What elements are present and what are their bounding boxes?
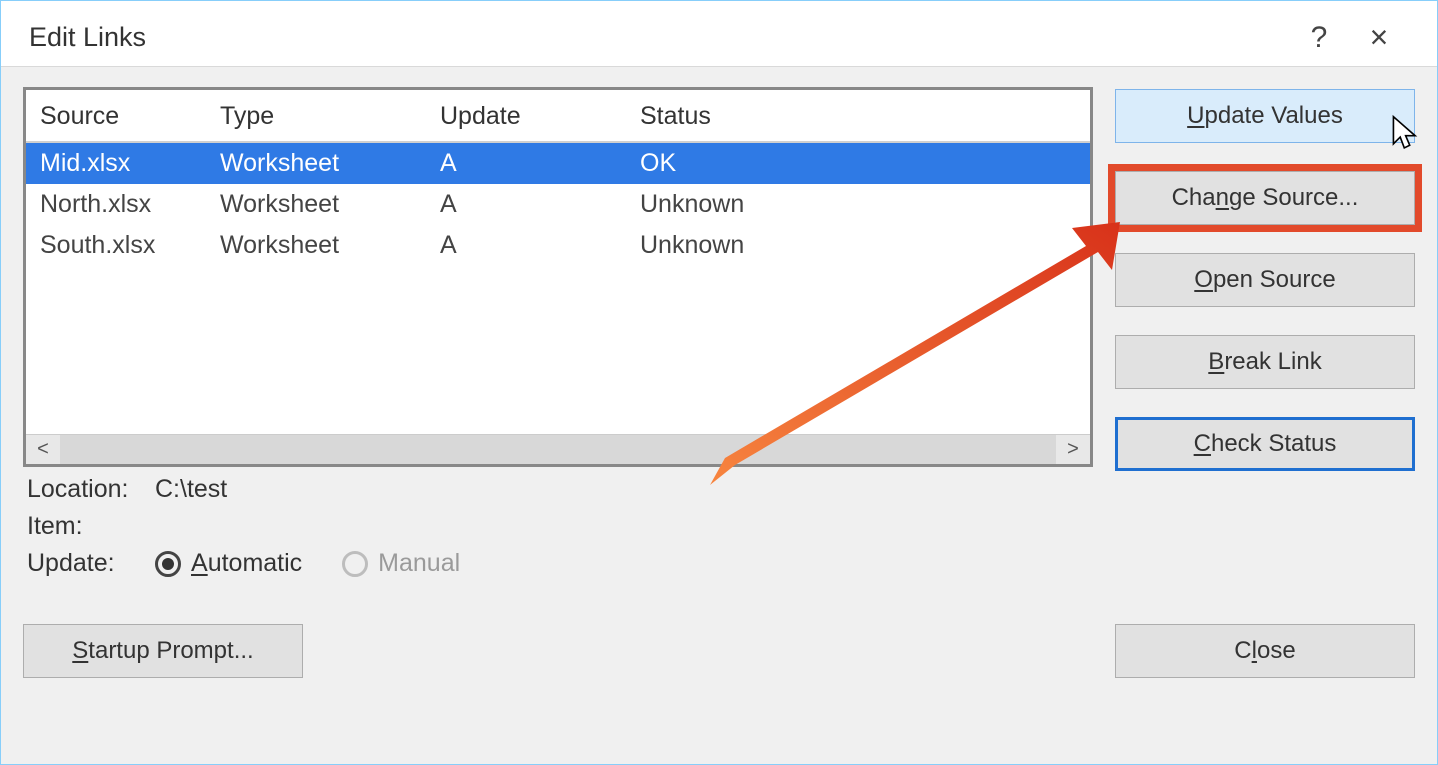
horizontal-scrollbar[interactable]: < > bbox=[26, 434, 1090, 464]
item-label: Item: bbox=[27, 512, 137, 541]
cell-status: OK bbox=[640, 149, 1076, 178]
update-values-button[interactable]: Update Values bbox=[1115, 89, 1415, 143]
cell-source: South.xlsx bbox=[40, 231, 220, 260]
list-row[interactable]: South.xlsxWorksheetAUnknown bbox=[26, 225, 1090, 266]
location-value: C:\test bbox=[155, 475, 227, 504]
radio-manual: Manual bbox=[342, 549, 460, 578]
radio-automatic[interactable]: Automatic bbox=[155, 549, 302, 578]
update-label: Update: bbox=[27, 549, 137, 578]
cell-status: Unknown bbox=[640, 231, 1076, 260]
list-header: Source Type Update Status bbox=[26, 90, 1090, 143]
list-row[interactable]: North.xlsxWorksheetAUnknown bbox=[26, 184, 1090, 225]
col-source[interactable]: Source bbox=[40, 102, 220, 131]
titlebar: Edit Links ? × bbox=[1, 1, 1437, 67]
cell-source: Mid.xlsx bbox=[40, 149, 220, 178]
startup-prompt-button[interactable]: Startup Prompt... bbox=[23, 624, 303, 678]
help-icon[interactable]: ? bbox=[1289, 21, 1349, 55]
radio-dot-icon bbox=[342, 551, 368, 577]
col-type[interactable]: Type bbox=[220, 102, 440, 131]
scroll-left-icon[interactable]: < bbox=[26, 438, 60, 461]
dialog-title: Edit Links bbox=[29, 22, 146, 53]
open-source-button[interactable]: Open Source bbox=[1115, 253, 1415, 307]
edit-links-dialog: Edit Links ? × Source Type Update Status… bbox=[0, 0, 1438, 765]
links-list[interactable]: Source Type Update Status Mid.xlsxWorksh… bbox=[23, 87, 1093, 467]
break-link-button[interactable]: Break Link bbox=[1115, 335, 1415, 389]
col-status[interactable]: Status bbox=[640, 102, 1076, 131]
cell-source: North.xlsx bbox=[40, 190, 220, 219]
radio-dot-icon bbox=[155, 551, 181, 577]
cell-update: A bbox=[440, 190, 640, 219]
cell-type: Worksheet bbox=[220, 231, 440, 260]
scroll-track[interactable] bbox=[60, 435, 1056, 464]
cell-type: Worksheet bbox=[220, 149, 440, 178]
check-status-button[interactable]: Check Status bbox=[1115, 417, 1415, 471]
cell-type: Worksheet bbox=[220, 190, 440, 219]
button-column: Update Values Change Source... Open Sour… bbox=[1115, 87, 1415, 586]
close-icon[interactable]: × bbox=[1349, 19, 1409, 56]
col-update[interactable]: Update bbox=[440, 102, 640, 131]
cursor-icon bbox=[1390, 114, 1424, 152]
close-button[interactable]: Close bbox=[1115, 624, 1415, 678]
change-source-button[interactable]: Change Source... bbox=[1115, 171, 1415, 225]
cell-update: A bbox=[440, 231, 640, 260]
scroll-right-icon[interactable]: > bbox=[1056, 438, 1090, 461]
cell-status: Unknown bbox=[640, 190, 1076, 219]
cell-update: A bbox=[440, 149, 640, 178]
list-row[interactable]: Mid.xlsxWorksheetAOK bbox=[26, 143, 1090, 184]
location-label: Location: bbox=[27, 475, 137, 504]
info-area: Location: C:\test Item: Update: Automati… bbox=[23, 467, 1093, 586]
